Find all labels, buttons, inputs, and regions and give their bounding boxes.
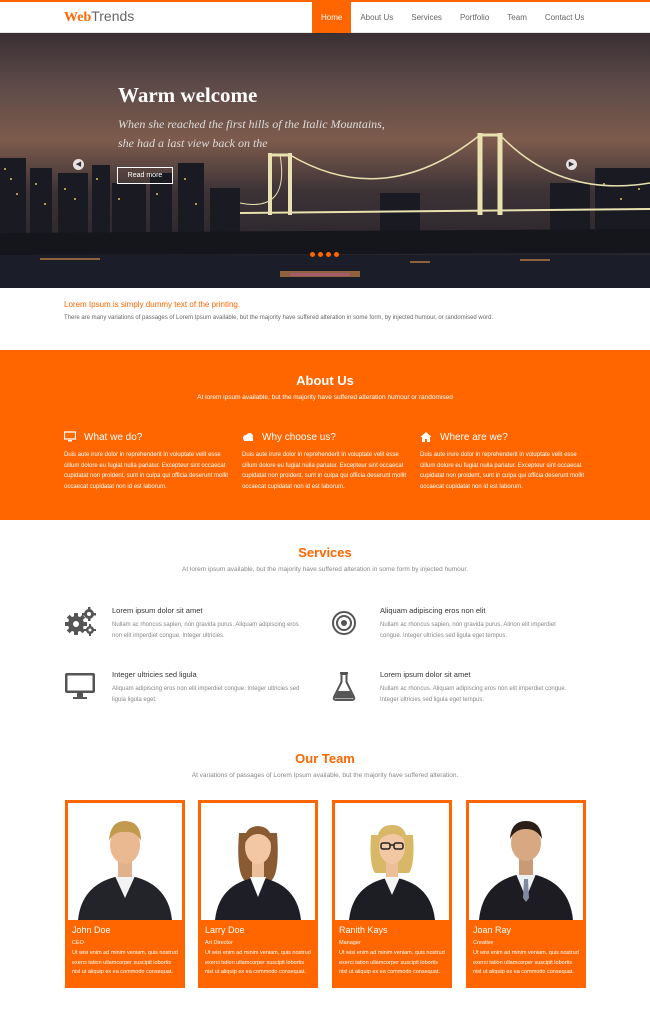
slide-dot-2[interactable]: [318, 252, 323, 257]
about-section: About Us At lorem ipsum available, but t…: [0, 350, 650, 520]
nav-portfolio[interactable]: Portfolio: [451, 2, 498, 33]
member-photo: [469, 803, 583, 920]
slide-dot-4[interactable]: [334, 252, 339, 257]
member-name: Ranith Kays: [339, 925, 388, 935]
service-text: Nullam ac rhoncus. Aliquam adipiscing er…: [380, 686, 567, 703]
logo[interactable]: WebTrends: [64, 8, 134, 26]
service-title: Integer ultricies sed ligula: [112, 670, 197, 679]
target-icon: [332, 611, 356, 635]
chevron-left-icon[interactable]: ◀: [73, 159, 84, 170]
about-column-heading: Why choose us?: [262, 431, 336, 443]
home-icon: [420, 432, 432, 442]
team-subtitle: At variations of passages of Lorem Ipsum…: [191, 772, 459, 779]
member-name: Joan Ray: [473, 925, 512, 935]
logo-web: Web: [64, 10, 92, 25]
about-column-text: Duis aute irure dolor in reprehenderit i…: [420, 452, 584, 490]
member-bio: Ut wisi enim ad minim veniam, quis nostr…: [72, 950, 178, 975]
about-column: Why choose us? Duis aute irure dolor in …: [242, 430, 412, 492]
team-card[interactable]: John Doe CEO Ut wisi enim ad minim venia…: [65, 800, 185, 988]
read-more-button[interactable]: Read more: [117, 167, 173, 184]
slide-dots: [310, 252, 339, 257]
team-card[interactable]: Joan Ray Creative Ut wisi enim ad minim …: [466, 800, 586, 988]
member-photo: [68, 803, 182, 920]
member-name: Larry Doe: [205, 925, 245, 935]
about-title: About Us: [296, 373, 354, 388]
about-subtitle: At lorem ipsum available, but the majori…: [197, 394, 453, 401]
member-photo: [201, 803, 315, 920]
about-column-text: Duis aute irure dolor in reprehenderit i…: [242, 452, 406, 490]
main-nav: Home About Us Services Portfolio Team Co…: [312, 2, 593, 33]
nav-services[interactable]: Services: [402, 2, 451, 33]
navbar: WebTrends Home About Us Services Portfol…: [0, 2, 650, 33]
service-text: Aliquam adipiscing eros non elit imperdi…: [112, 686, 300, 703]
about-column: What we do? Duis aute irure dolor in rep…: [64, 430, 234, 492]
member-bio: Ut wisi enim ad minim veniam, quis nostr…: [473, 950, 579, 975]
chevron-right-icon[interactable]: ▶: [566, 159, 577, 170]
member-bio: Ut wisi enim ad minim veniam, quis nostr…: [339, 950, 445, 975]
logo-trends: Trends: [91, 8, 135, 24]
nav-contact-us[interactable]: Contact Us: [536, 2, 594, 33]
member-role: CEO: [72, 940, 84, 946]
services-title: Services: [298, 545, 352, 560]
intro-text: There are many variations of passages of…: [64, 315, 494, 321]
service-text: Nullam ac rhoncus sapien, non gravida pu…: [112, 622, 299, 639]
member-role: Creative: [473, 940, 494, 946]
hero-slider: Warm welcome When she reached the first …: [0, 33, 650, 288]
nav-about-us[interactable]: About Us: [351, 2, 402, 33]
cloud-icon: [243, 433, 253, 441]
service-title: Aliquam adipiscing eros non elit: [380, 606, 486, 615]
member-name: John Doe: [72, 925, 111, 935]
service-text: Nullam ac rhoncus sapien, non gravida pu…: [380, 622, 556, 639]
about-column-text: Duis aute irure dolor in reprehenderit i…: [64, 452, 228, 490]
services-subtitle: At lorem ipsum available, but the majori…: [181, 566, 469, 573]
hero-title: Warm welcome: [118, 83, 258, 107]
about-column: Where are we? Duis aute irure dolor in r…: [420, 430, 590, 492]
hero-subtitle: When she reached the first hills of the …: [118, 117, 385, 150]
member-bio: Ut wisi enim ad minim veniam, quis nostr…: [205, 950, 311, 975]
team-title: Our Team: [295, 751, 355, 766]
flask-icon: [332, 672, 356, 701]
member-role: Manager: [339, 940, 361, 946]
nav-team[interactable]: Team: [498, 2, 536, 33]
monitor-icon: [65, 673, 95, 699]
about-column-heading: What we do?: [84, 431, 143, 443]
team-card[interactable]: Ranith Kays Manager Ut wisi enim ad mini…: [332, 800, 452, 988]
gears-icon: [65, 607, 96, 636]
team-card[interactable]: Larry Doe Art Director Ut wisi enim ad m…: [198, 800, 318, 988]
service-title: Lorem ipsum dolor sit amet: [112, 606, 203, 615]
member-role: Art Director: [205, 940, 233, 946]
monitor-icon: [64, 431, 76, 442]
hero-background-image: [0, 133, 650, 288]
about-column-heading: Where are we?: [440, 431, 508, 443]
service-title: Lorem ipsum dolor sit amet: [380, 670, 471, 679]
slide-dot-3[interactable]: [326, 252, 331, 257]
nav-home[interactable]: Home: [312, 2, 352, 33]
member-photo: [335, 803, 449, 920]
slide-dot-1[interactable]: [310, 252, 315, 257]
intro-heading: Lorem Ipsum is simply dummy text of the …: [64, 300, 241, 309]
